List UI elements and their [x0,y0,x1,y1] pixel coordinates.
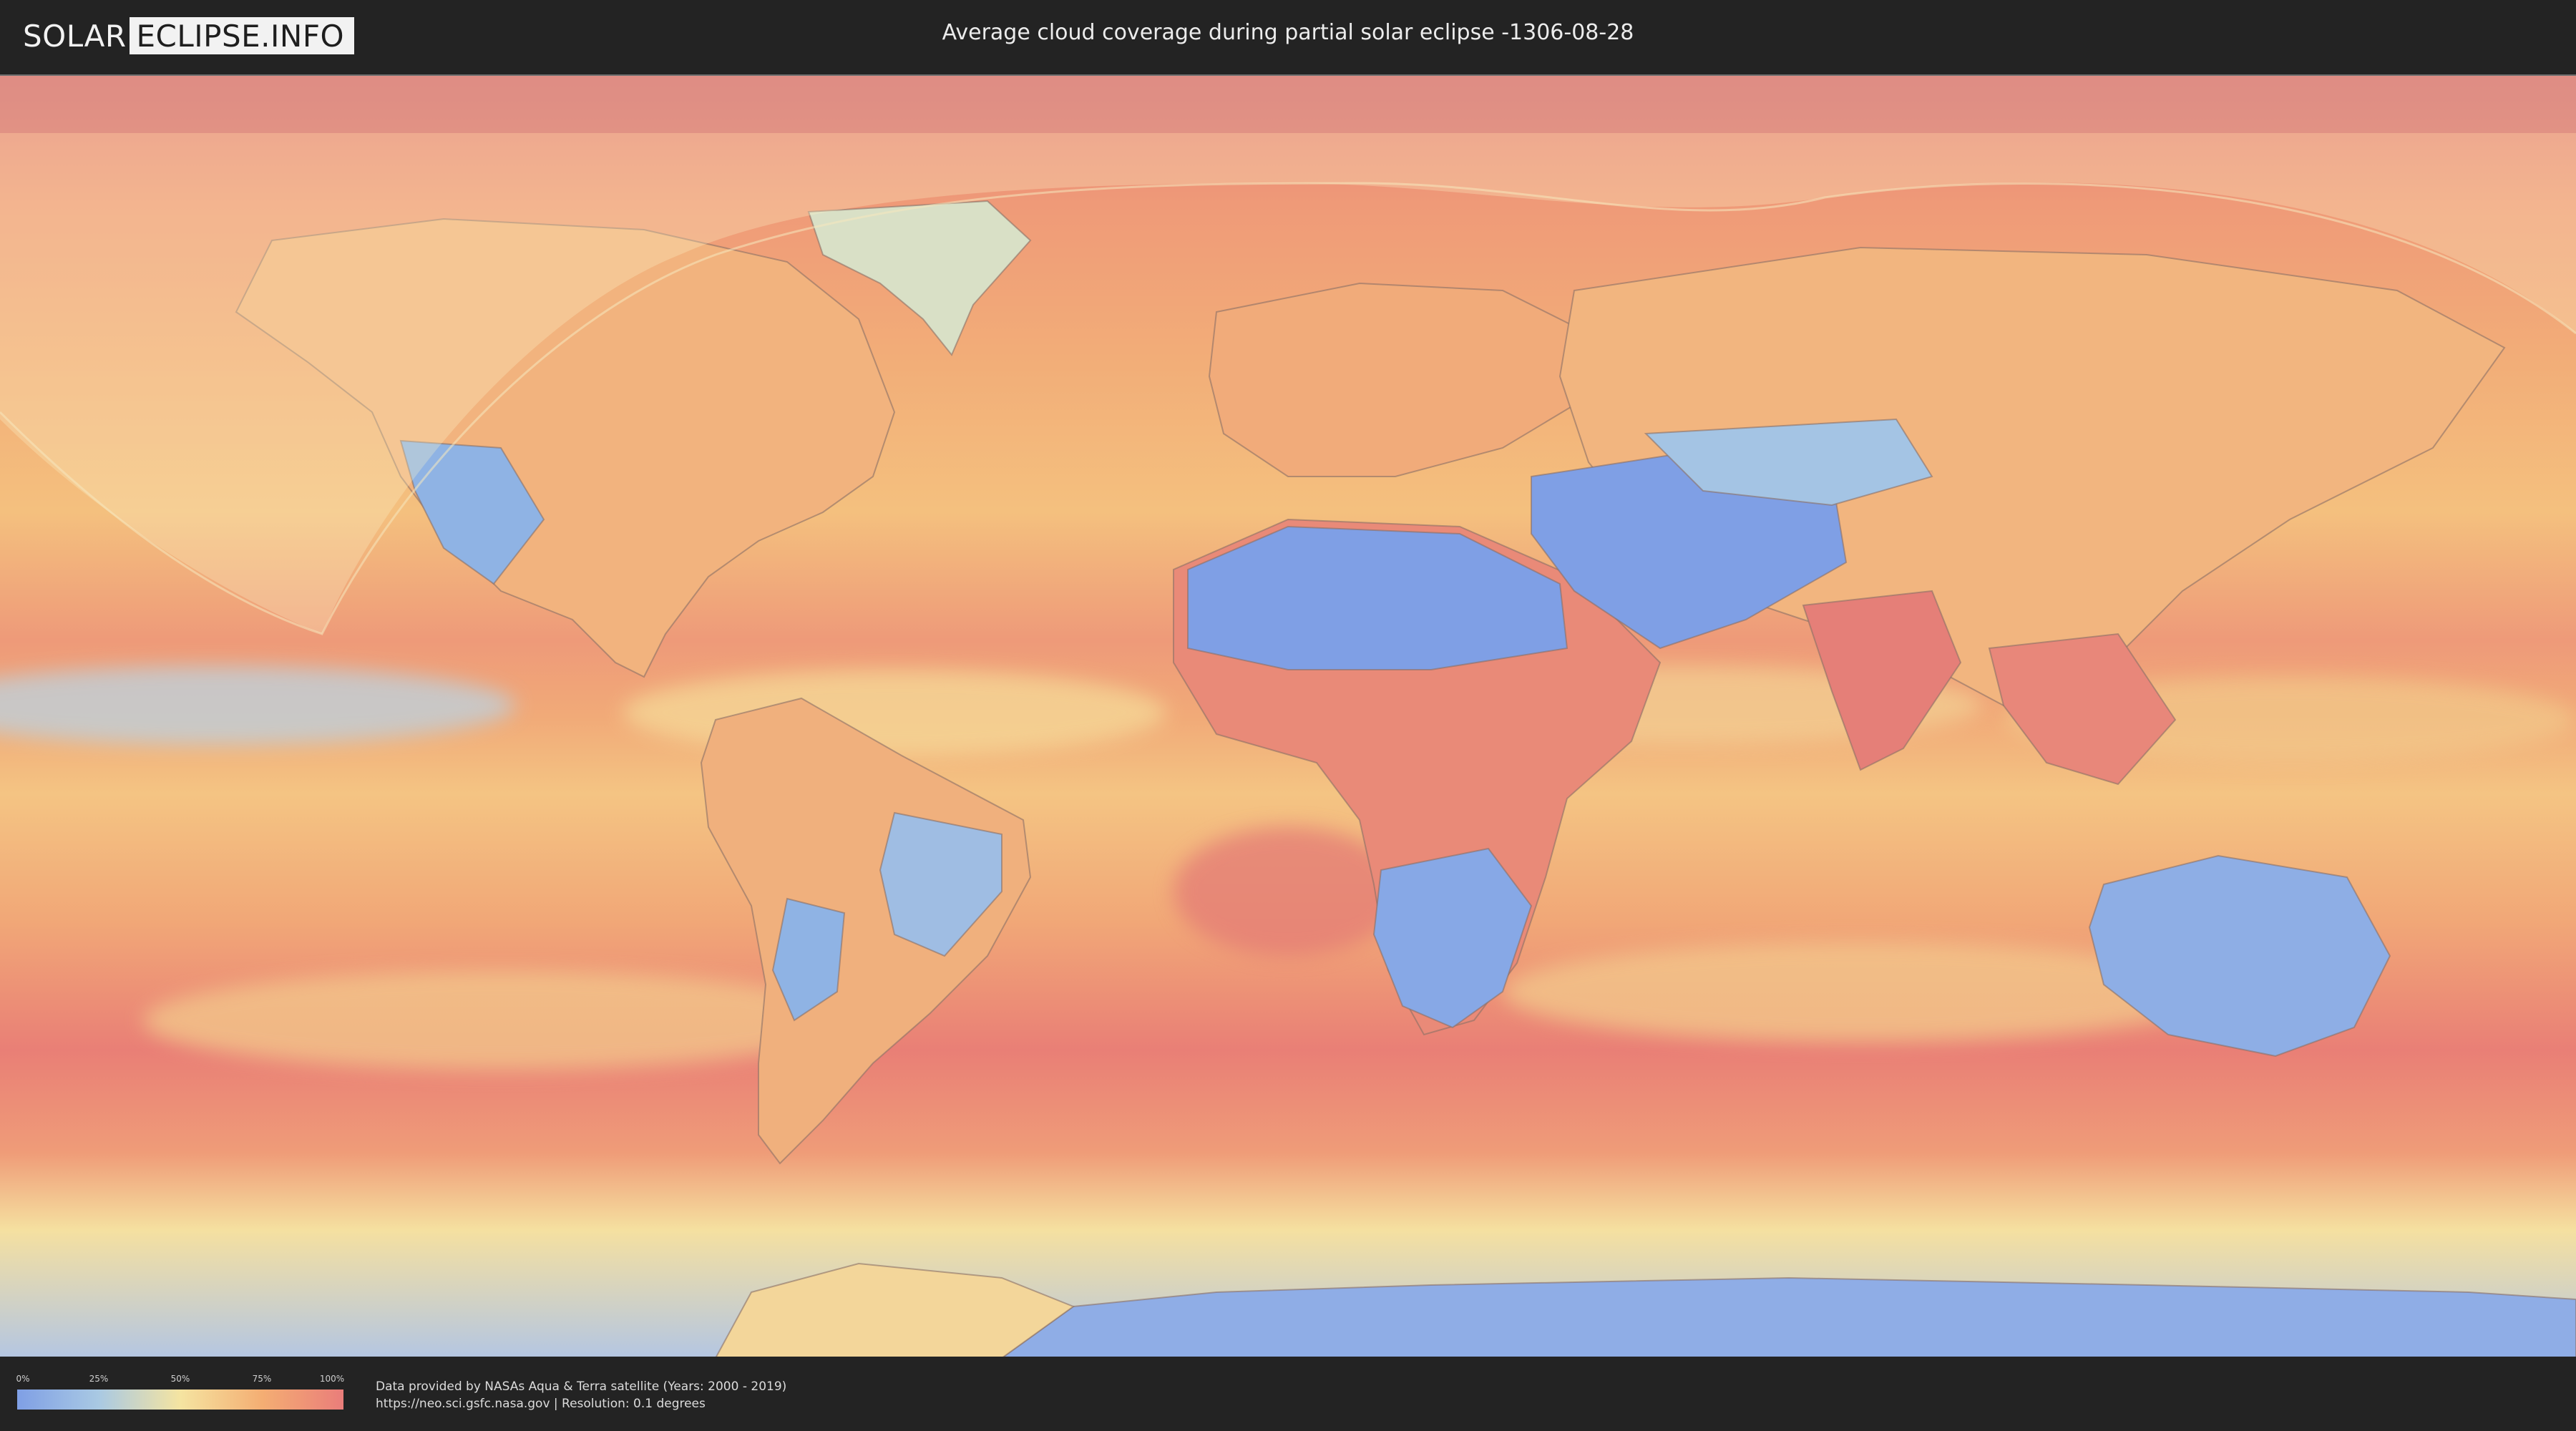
credits-url[interactable]: https://neo.sci.gsfc.nasa.gov | Resoluti… [376,1395,786,1412]
map-canvas [0,76,2576,1358]
header-bar: SOLAR ECLIPSE.INFO Average cloud coverag… [0,0,2576,72]
polar-dark-region [0,76,2576,133]
cloud-coverage-legend: 0% 25% 50% 75% 100% [16,1374,345,1414]
credits-source: Data provided by NASAs Aqua & Terra sate… [376,1379,787,1394]
legend-tick-50: 50% [170,1374,190,1384]
page-title: Average cloud coverage during partial so… [942,20,1634,45]
legend-tick-75: 75% [252,1374,272,1384]
legend-tick-25: 25% [89,1374,109,1384]
data-credits: Data provided by NASAs Aqua & Terra sate… [376,1378,786,1412]
legend-tick-100: 100% [319,1374,345,1384]
cloud-coverage-map[interactable] [0,74,2576,1359]
legend-tick-0: 0% [16,1374,30,1384]
legend-color-scale [17,1390,343,1410]
